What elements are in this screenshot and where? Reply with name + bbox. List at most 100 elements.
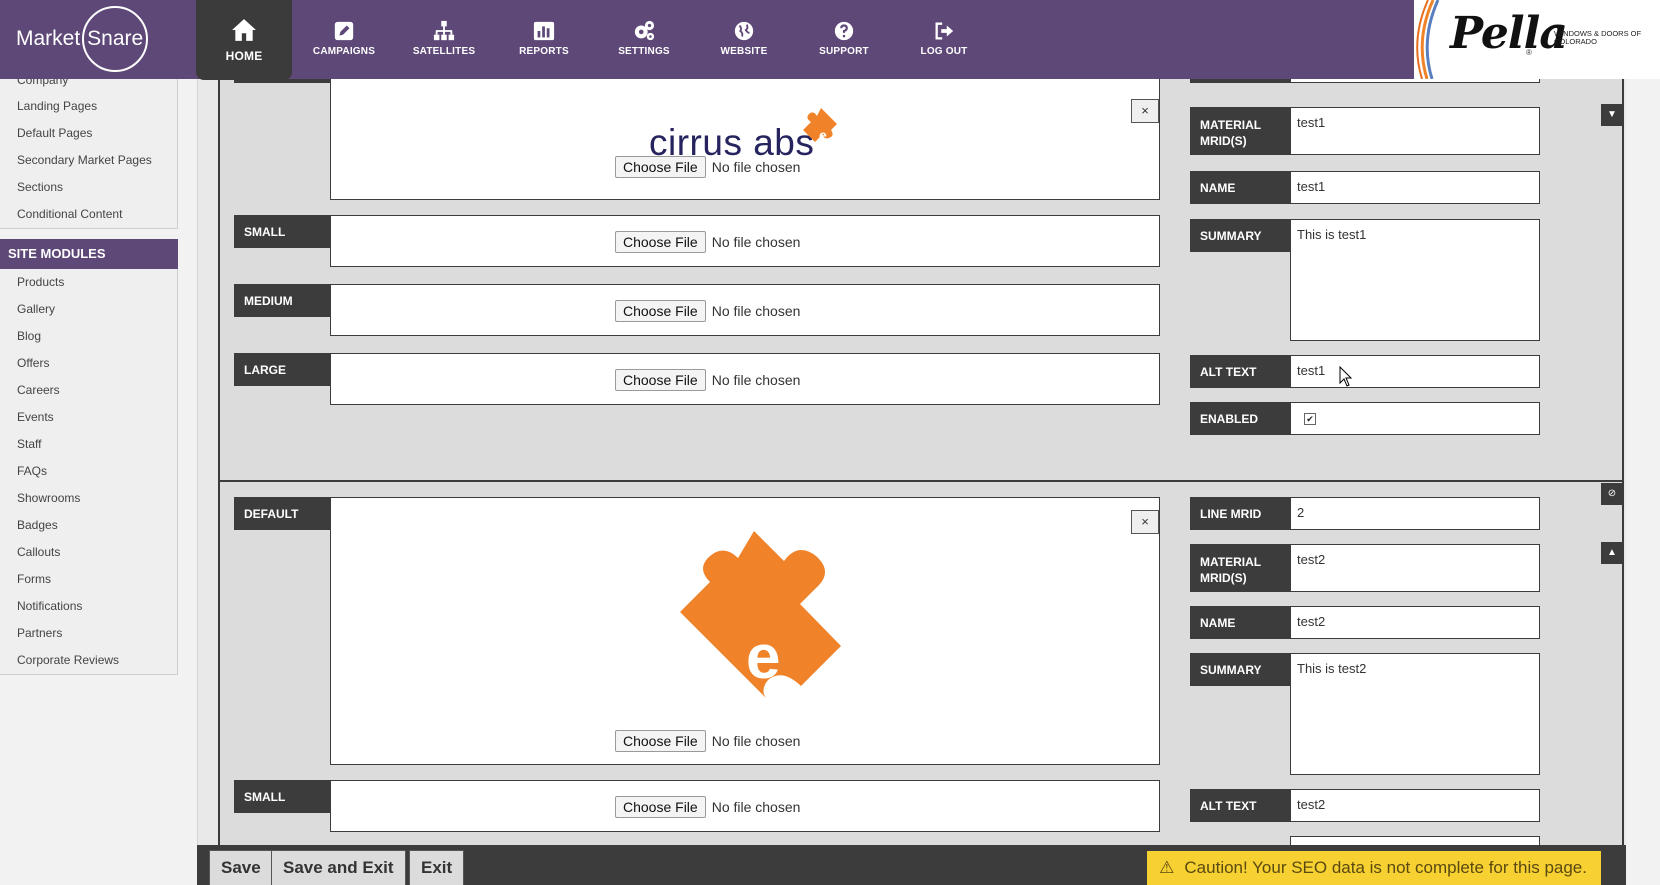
- file-status: No file chosen: [711, 159, 801, 175]
- main-content: × cirrus abs e Choose File No file chosen…: [197, 79, 1626, 885]
- summary-field[interactable]: This is test1: [1290, 219, 1540, 341]
- small-file-input[interactable]: Choose File No file chosen: [615, 796, 800, 818]
- remove-image-button[interactable]: ×: [1131, 99, 1159, 123]
- alt-text-field[interactable]: test2: [1290, 789, 1540, 822]
- sidebar-item-secondary-market-pages[interactable]: Secondary Market Pages: [0, 147, 177, 174]
- nav-satellites-label: SATELLITES: [412, 46, 476, 57]
- warning-icon: ⚠: [1159, 858, 1175, 877]
- sidebar-item-careers[interactable]: Careers: [0, 377, 177, 404]
- sidebar-item-corporate-reviews[interactable]: Corporate Reviews: [0, 647, 177, 674]
- nav-website[interactable]: WEBSITE: [696, 0, 792, 79]
- collapse-record-button[interactable]: ▼: [1601, 104, 1623, 126]
- material-mrids-field[interactable]: test2: [1290, 544, 1540, 592]
- disable-record-button[interactable]: ⊘: [1601, 483, 1623, 505]
- sidebar-item-forms[interactable]: Forms: [0, 566, 177, 593]
- sidebar-item-products[interactable]: Products: [0, 269, 177, 296]
- bar-chart-icon: [533, 21, 555, 41]
- file-status: No file chosen: [711, 733, 801, 749]
- material-mrids-field[interactable]: test1: [1290, 107, 1540, 155]
- gears-icon: [634, 20, 655, 41]
- enabled-checkbox[interactable]: ✔: [1304, 413, 1316, 425]
- name-field[interactable]: test2: [1290, 606, 1540, 639]
- medium-label: MEDIUM: [234, 284, 330, 317]
- sidebar-item-company[interactable]: Company: [0, 79, 177, 93]
- line-mrid-field-clipped[interactable]: [1290, 79, 1540, 83]
- name-label: NAME: [1190, 606, 1290, 639]
- sidebar-item-sections[interactable]: Sections: [0, 174, 177, 201]
- default-file-input[interactable]: Choose File No file chosen: [615, 730, 800, 752]
- bottom-action-bar: Save Save and Exit Exit ⚠ Caution! Your S…: [197, 845, 1626, 885]
- pencil-square-icon: [334, 21, 354, 41]
- large-image-box: Choose File No file chosen: [330, 353, 1160, 405]
- svg-text:e: e: [819, 127, 827, 143]
- sidebar-item-partners[interactable]: Partners: [0, 620, 177, 647]
- sidebar-item-showrooms[interactable]: Showrooms: [0, 485, 177, 512]
- remove-image-button[interactable]: ×: [1131, 510, 1159, 534]
- sidebar-item-offers[interactable]: Offers: [0, 350, 177, 377]
- home-icon: [232, 19, 256, 41]
- choose-file-button[interactable]: Choose File: [615, 369, 706, 391]
- nav-website-label: WEBSITE: [720, 46, 768, 57]
- sidebar-item-conditional-content[interactable]: Conditional Content: [0, 201, 177, 228]
- nav-logout[interactable]: LOG OUT: [896, 0, 992, 79]
- mouse-cursor-icon: [1339, 366, 1353, 387]
- medium-file-input[interactable]: Choose File No file chosen: [615, 300, 800, 322]
- alt-text-field[interactable]: test1: [1290, 355, 1540, 388]
- nav-logout-label: LOG OUT: [920, 46, 968, 57]
- sidebar-item-callouts[interactable]: Callouts: [0, 539, 177, 566]
- choose-file-button[interactable]: Choose File: [615, 156, 706, 178]
- nav-campaigns[interactable]: CAMPAIGNS: [296, 0, 392, 79]
- sidebar-item-landing-pages[interactable]: Landing Pages: [0, 93, 177, 120]
- exit-button[interactable]: Exit: [409, 850, 465, 885]
- sidebar-item-blog[interactable]: Blog: [0, 323, 177, 350]
- choose-file-button[interactable]: Choose File: [615, 796, 706, 818]
- default-label: DEFAULT: [234, 497, 330, 530]
- nav-reports[interactable]: REPORTS: [496, 0, 592, 79]
- nav-home[interactable]: HOME: [196, 0, 292, 80]
- expand-record-button[interactable]: ▲: [1601, 542, 1623, 564]
- client-registered-mark: ®: [1526, 48, 1532, 57]
- default-file-input[interactable]: Choose File No file chosen: [615, 156, 800, 178]
- nav-reports-label: REPORTS: [519, 46, 569, 57]
- line-mrid-label-clipped: [1190, 79, 1290, 83]
- sidebar-item-default-pages[interactable]: Default Pages: [0, 120, 177, 147]
- nav-satellites[interactable]: SATELLITES: [396, 0, 492, 79]
- material-mrids-label: MATERIAL MRID(S): [1190, 107, 1290, 155]
- small-image-box: Choose File No file chosen: [330, 780, 1160, 832]
- caution-text: Caution! Your SEO data is not complete f…: [1184, 858, 1587, 877]
- line-mrid-field[interactable]: 2: [1290, 497, 1540, 530]
- alt-text-label: ALT TEXT: [1190, 789, 1290, 822]
- choose-file-button[interactable]: Choose File: [615, 300, 706, 322]
- save-and-exit-button[interactable]: Save and Exit: [271, 850, 406, 885]
- default-image-box: × cirrus abs e Choose File No file chosen: [330, 79, 1160, 200]
- file-status: No file chosen: [711, 303, 801, 319]
- choose-file-button[interactable]: Choose File: [615, 730, 706, 752]
- nav-settings[interactable]: SETTINGS: [596, 0, 692, 79]
- sidebar-item-faqs[interactable]: FAQs: [0, 458, 177, 485]
- save-button[interactable]: Save: [209, 850, 273, 885]
- name-field[interactable]: test1: [1290, 171, 1540, 204]
- sidebar-content-group: Company Landing Pages Default Pages Seco…: [0, 79, 178, 229]
- sidebar-item-badges[interactable]: Badges: [0, 512, 177, 539]
- enabled-field: ✔: [1290, 402, 1540, 435]
- nav-campaigns-label: CAMPAIGNS: [312, 46, 376, 57]
- choose-file-button[interactable]: Choose File: [615, 231, 706, 253]
- sidebar-heading-site-modules[interactable]: SITE MODULES: [0, 239, 178, 269]
- small-file-input[interactable]: Choose File No file chosen: [615, 231, 800, 253]
- sidebar-item-events[interactable]: Events: [0, 404, 177, 431]
- sidebar: Company Landing Pages Default Pages Seco…: [0, 79, 178, 675]
- sidebar-item-gallery[interactable]: Gallery: [0, 296, 177, 323]
- file-status: No file chosen: [711, 234, 801, 250]
- question-circle-icon: [834, 21, 854, 41]
- large-file-input[interactable]: Choose File No file chosen: [615, 369, 800, 391]
- client-logo: Pella ® WINDOWS & DOORS OF COLORADO: [1414, 0, 1660, 79]
- file-status: No file chosen: [711, 372, 801, 388]
- small-image-box: Choose File No file chosen: [330, 215, 1160, 267]
- marketsnare-logo[interactable]: Market Snare: [16, 4, 149, 74]
- sidebar-item-notifications[interactable]: Notifications: [0, 593, 177, 620]
- sidebar-item-staff[interactable]: Staff: [0, 431, 177, 458]
- nav-support[interactable]: SUPPORT: [796, 0, 892, 79]
- seo-caution-banner: ⚠ Caution! Your SEO data is not complete …: [1147, 851, 1601, 885]
- summary-field[interactable]: This is test2: [1290, 653, 1540, 775]
- summary-label: SUMMARY: [1190, 653, 1290, 686]
